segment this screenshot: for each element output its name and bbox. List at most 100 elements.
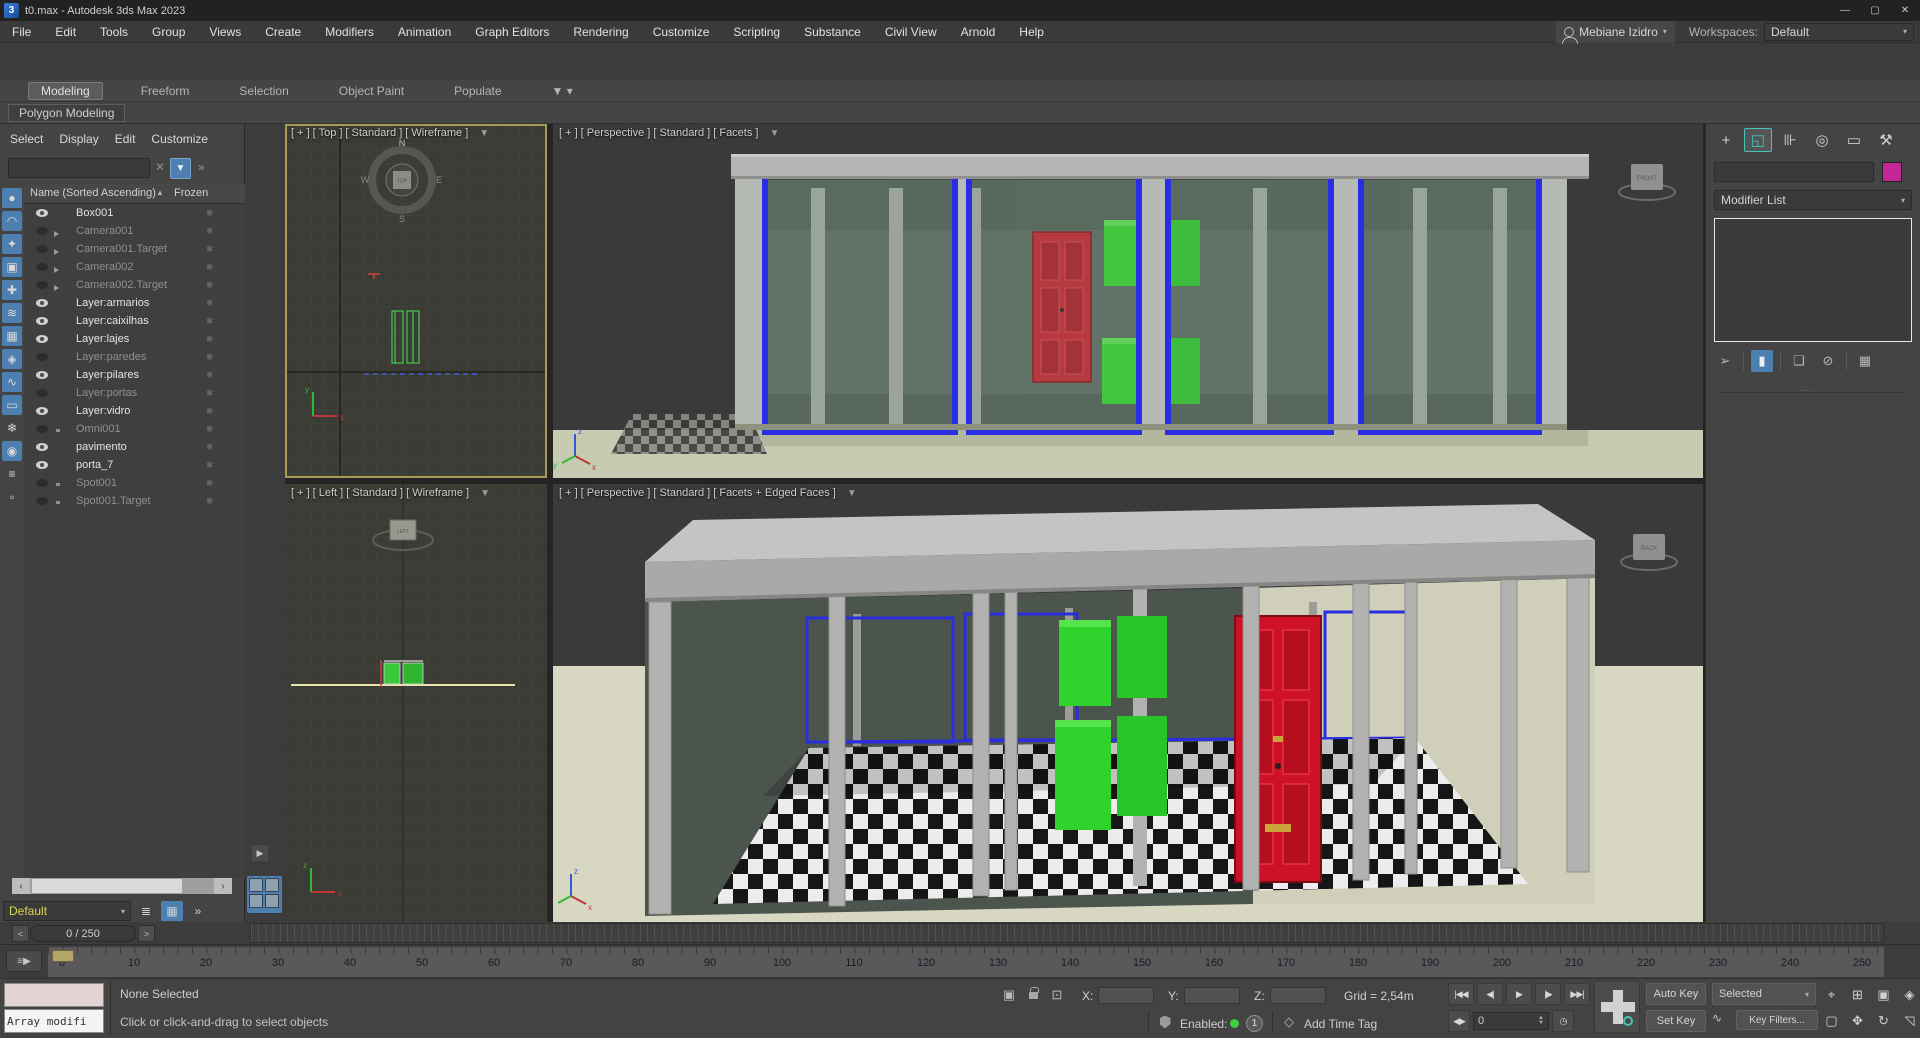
visibility-eye-icon[interactable] xyxy=(36,353,48,361)
absolute-mode-icon[interactable]: ⊡ xyxy=(1048,986,1066,1004)
pin-stack-icon[interactable]: ➢ xyxy=(1714,350,1736,372)
explorer-menu-customize[interactable]: Customize xyxy=(151,132,208,146)
layer-list-icon[interactable]: ≣ xyxy=(135,901,157,921)
orbit-icon[interactable]: ↻ xyxy=(1872,1009,1895,1032)
explorer-menu-display[interactable]: Display xyxy=(59,132,98,146)
list-item[interactable]: Layer:portas ❄ xyxy=(24,384,245,402)
list-item[interactable]: Layer:lajes ❄ xyxy=(24,330,245,348)
viewport-perspective-bottom[interactable]: BACK z x y [ + ][ Perspective ][ Standar… xyxy=(553,484,1703,922)
viewport-menu-top-3[interactable]: [ Wireframe ] xyxy=(405,127,468,139)
zoom-icon[interactable]: ⌖ xyxy=(1820,983,1843,1006)
notification-count-badge[interactable]: 1 xyxy=(1246,1015,1263,1032)
viewport-menu-persp_bottom-1[interactable]: [ Perspective ] xyxy=(581,487,651,499)
tab-utilities[interactable]: ⚒ xyxy=(1872,128,1900,152)
footer-more-icon[interactable]: » xyxy=(187,901,209,921)
pan-view-icon[interactable]: ✥ xyxy=(1846,1009,1869,1032)
modifier-stack[interactable] xyxy=(1714,218,1912,342)
selection-lock-icon[interactable] xyxy=(1024,986,1042,1004)
new-key-default-in-out-icon[interactable]: ∿ xyxy=(1712,1011,1722,1025)
visibility-eye-icon[interactable] xyxy=(36,479,48,487)
maximize-viewport-icon[interactable]: ◹ xyxy=(1898,1009,1920,1032)
object-name-field[interactable] xyxy=(1714,162,1874,182)
filter-hidden-icon[interactable]: ◉ xyxy=(2,441,22,461)
tab-modify[interactable]: ◱ xyxy=(1744,128,1772,152)
track-bar-ruler[interactable]: 0 10 20 30 40 50 60 70 80 90 100 110 120 130 140 150 160… xyxy=(48,947,1884,977)
ribbon-tab-freeform[interactable]: Freeform xyxy=(129,83,202,99)
list-item[interactable]: porta_7 ❄ xyxy=(24,456,245,474)
active-layer-dropdown[interactable]: Default ▾ xyxy=(3,901,131,921)
visibility-eye-icon[interactable] xyxy=(36,263,48,271)
viewport-menu-top-0[interactable]: [ + ] xyxy=(291,127,310,139)
sort-ascending-icon[interactable]: ▲ xyxy=(156,188,164,197)
frozen-snowflake-icon[interactable]: ❄ xyxy=(206,262,214,273)
viewport-layout-tabs[interactable] xyxy=(247,876,282,913)
selection-square-icon[interactable]: ▫ xyxy=(2,487,22,507)
viewport-menu-top-1[interactable]: [ Top ] xyxy=(313,127,343,139)
menu-civil-view[interactable]: Civil View xyxy=(873,21,949,43)
tab-hierarchy[interactable]: ⊪ xyxy=(1776,128,1804,152)
frozen-snowflake-icon[interactable]: ❄ xyxy=(206,460,214,471)
column-name[interactable]: Name (Sorted Ascending) xyxy=(30,187,156,199)
zoom-all-icon[interactable]: ⊞ xyxy=(1846,983,1869,1006)
set-keys-button[interactable] xyxy=(1594,981,1640,1033)
viewport-menu-top-2[interactable]: [ Standard ] xyxy=(345,127,402,139)
filter-containers-icon[interactable]: ▭ xyxy=(2,395,22,415)
time-configuration-icon[interactable]: ◷ xyxy=(1552,1010,1574,1032)
menu-animation[interactable]: Animation xyxy=(386,21,463,43)
explorer-menu-edit[interactable]: Edit xyxy=(115,132,136,146)
viewport-menu-left-1[interactable]: [ Left ] xyxy=(313,487,344,499)
menu-tools[interactable]: Tools xyxy=(88,21,140,43)
menu-customize[interactable]: Customize xyxy=(641,21,722,43)
frame-spinner-field[interactable]: 0 / 250 xyxy=(30,925,136,942)
menu-modifiers[interactable]: Modifiers xyxy=(313,21,386,43)
visibility-eye-icon[interactable] xyxy=(36,407,48,415)
list-view-icon[interactable]: ≡ xyxy=(2,464,22,484)
menu-file[interactable]: File xyxy=(0,21,43,43)
show-end-result-icon[interactable]: ▮ xyxy=(1751,350,1773,372)
list-header[interactable]: Name (Sorted Ascending) ▲ Frozen xyxy=(24,184,245,204)
viewport-menu-left-0[interactable]: [ + ] xyxy=(291,487,310,499)
viewport-filter-icon[interactable]: ▼ xyxy=(847,488,857,499)
search-filter-icon[interactable]: ▼ xyxy=(170,158,191,179)
set-key-button[interactable]: Set Key xyxy=(1646,1010,1706,1032)
ribbon-overflow-icon[interactable]: ▼ ▾ xyxy=(540,83,585,99)
y-coordinate-field[interactable] xyxy=(1184,987,1240,1004)
visibility-eye-icon[interactable] xyxy=(36,497,48,505)
isolate-selection-icon[interactable]: ▣ xyxy=(1000,986,1018,1004)
filter-geometry-icon[interactable]: ● xyxy=(2,188,22,208)
list-item[interactable]: Spot001 ❄ xyxy=(24,474,245,492)
previous-frame-button[interactable]: ◀| xyxy=(1477,983,1503,1005)
list-item[interactable]: Layer:caixilhas ❄ xyxy=(24,312,245,330)
frame-previous-button[interactable]: < xyxy=(12,925,29,942)
list-item[interactable]: Camera001.Target ❄ xyxy=(24,240,245,258)
maxscript-listener-output[interactable] xyxy=(4,983,104,1007)
maximize-button[interactable]: ▢ xyxy=(1860,0,1890,21)
frozen-snowflake-icon[interactable]: ❄ xyxy=(206,280,214,291)
frozen-snowflake-icon[interactable]: ❄ xyxy=(206,370,214,381)
search-clear-icon[interactable]: ✕ xyxy=(155,160,165,174)
zoom-extents-icon[interactable]: ▣ xyxy=(1872,983,1895,1006)
frame-next-button[interactable]: > xyxy=(138,925,155,942)
frame-steppers[interactable]: ▲ ▼ xyxy=(1538,1015,1544,1026)
configure-modifier-sets-icon[interactable]: ▦ xyxy=(1854,350,1876,372)
x-coordinate-field[interactable] xyxy=(1098,987,1154,1004)
list-item[interactable]: Layer:pilares ❄ xyxy=(24,366,245,384)
list-item[interactable]: Camera002.Target ❄ xyxy=(24,276,245,294)
visibility-eye-icon[interactable] xyxy=(36,245,48,253)
list-item[interactable]: Camera002 ❄ xyxy=(24,258,245,276)
explorer-menu-select[interactable]: Select xyxy=(10,132,43,146)
visibility-eye-icon[interactable] xyxy=(36,371,48,379)
frozen-snowflake-icon[interactable]: ❄ xyxy=(206,442,214,453)
visibility-eye-icon[interactable] xyxy=(36,281,48,289)
modifier-list-dropdown[interactable]: Modifier List ▾ xyxy=(1714,190,1912,210)
menu-substance[interactable]: Substance xyxy=(792,21,873,43)
zoom-extents-all-icon[interactable]: ◈ xyxy=(1898,983,1920,1006)
frozen-snowflake-icon[interactable]: ❄ xyxy=(206,226,214,237)
time-slider-track[interactable] xyxy=(250,923,1884,943)
safe-frames-icon[interactable] xyxy=(1156,1013,1174,1031)
viewport-filter-icon[interactable]: ▼ xyxy=(480,488,490,499)
user-account-menu[interactable]: Mebiane Izidro ▾ xyxy=(1556,20,1675,44)
scroll-thumb[interactable] xyxy=(32,879,182,893)
viewport-menu-left-3[interactable]: [ Wireframe ] xyxy=(406,487,469,499)
list-item[interactable]: Spot001.Target ❄ xyxy=(24,492,245,510)
